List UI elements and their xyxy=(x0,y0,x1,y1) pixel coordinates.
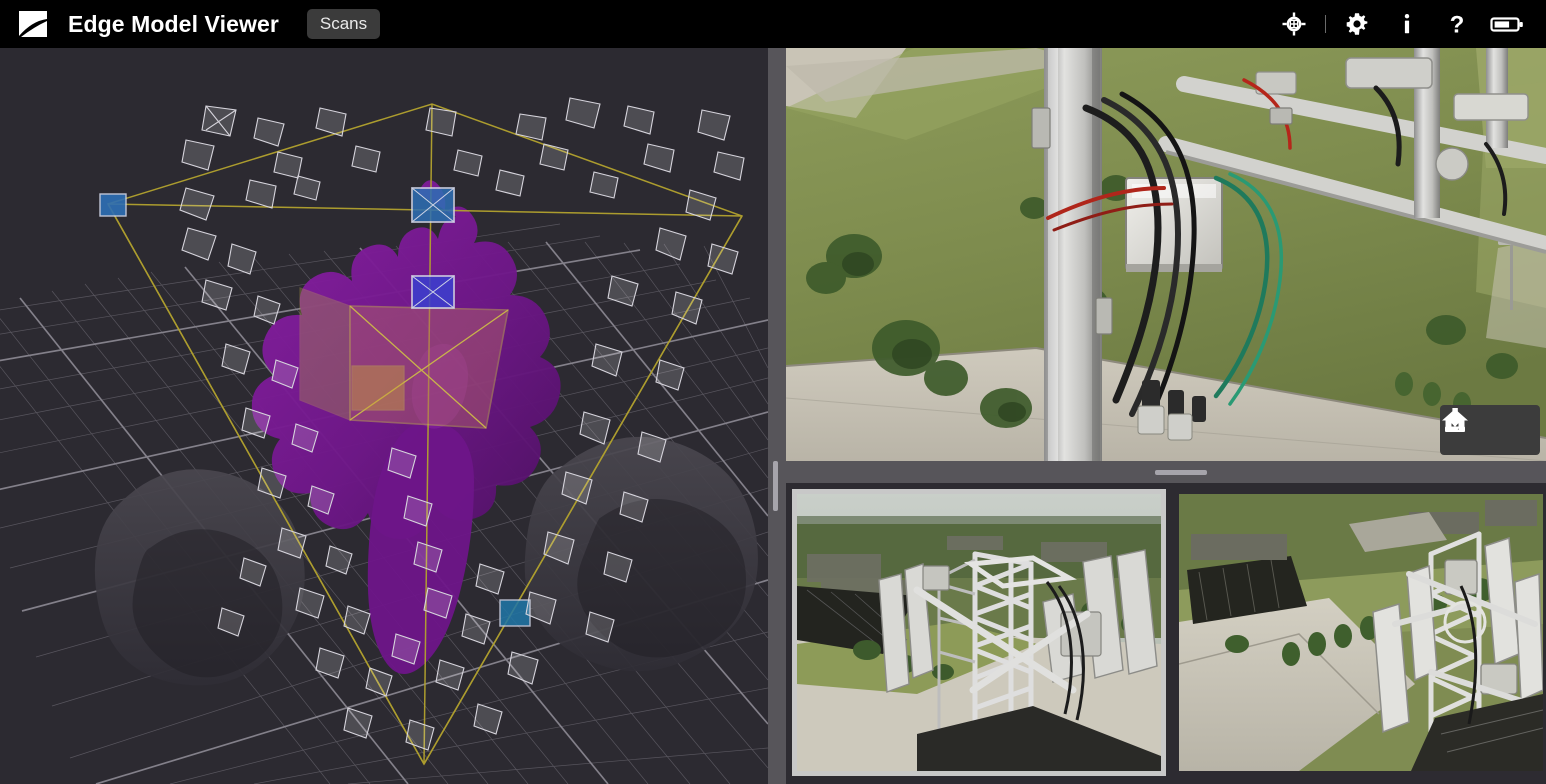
horizontal-resize-grip[interactable] xyxy=(1155,470,1207,475)
right-panel xyxy=(786,48,1546,784)
app-header: Edge Model Viewer Scans ? xyxy=(0,0,1546,48)
vertical-resize-grip[interactable] xyxy=(773,461,778,511)
thumbnail-grid xyxy=(786,483,1546,784)
svg-text:?: ? xyxy=(1450,12,1465,38)
main-photo-viewer[interactable] xyxy=(786,48,1546,461)
horizontal-resize-handle[interactable] xyxy=(786,461,1546,483)
workspace xyxy=(0,48,1546,784)
vertical-resize-handle[interactable] xyxy=(768,48,786,784)
recenter-target-icon[interactable] xyxy=(1269,0,1319,48)
thumbnail-1[interactable] xyxy=(792,489,1166,776)
photo-action-bar xyxy=(1440,405,1540,455)
thumbnail-2[interactable] xyxy=(1174,489,1546,776)
gear-icon[interactable] xyxy=(1332,0,1382,48)
header-toolbar: ? xyxy=(1269,0,1546,48)
home-button[interactable] xyxy=(1442,409,1538,451)
battery-icon[interactable] xyxy=(1482,0,1532,48)
help-icon[interactable]: ? xyxy=(1432,0,1482,48)
info-icon[interactable] xyxy=(1382,0,1432,48)
toolbar-divider xyxy=(1325,15,1326,33)
edge-logo-icon xyxy=(19,11,47,37)
page-title: Edge Model Viewer xyxy=(68,10,279,37)
3d-model-viewport[interactable] xyxy=(0,48,768,784)
scans-button[interactable]: Scans xyxy=(306,9,381,39)
